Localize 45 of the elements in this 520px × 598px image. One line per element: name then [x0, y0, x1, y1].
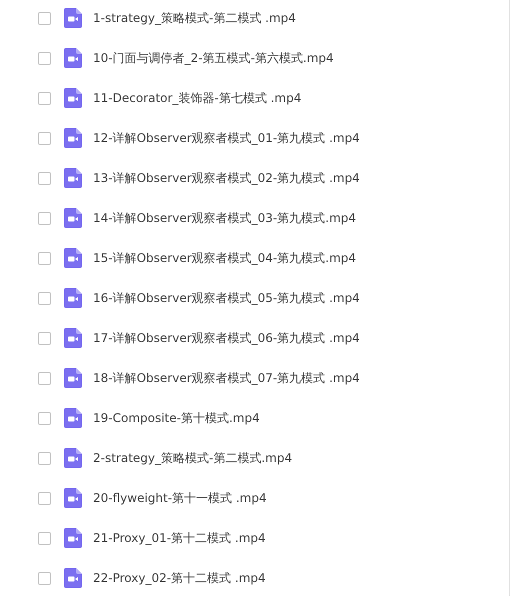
file-name[interactable]: 2-strategy_策略模式-第二模式.mp4 — [93, 450, 292, 466]
checkbox[interactable] — [38, 492, 51, 504]
file-name[interactable]: 22-Proxy_02-第十二模式 .mp4 — [93, 570, 266, 586]
video-file-icon — [64, 248, 82, 268]
checkbox[interactable] — [38, 212, 51, 224]
file-name[interactable]: 12-详解Observer观察者模式_01-第九模式 .mp4 — [93, 130, 360, 146]
file-name[interactable]: 10-门面与调停者_2-第五模式-第六模式.mp4 — [93, 50, 334, 66]
file-name[interactable]: 11-Decorator_装饰器-第七模式 .mp4 — [93, 90, 302, 106]
file-name[interactable]: 21-Proxy_01-第十二模式 .mp4 — [93, 530, 266, 546]
video-file-icon — [64, 168, 82, 188]
file-name[interactable]: 16-详解Observer观察者模式_05-第九模式 .mp4 — [93, 290, 360, 306]
checkbox[interactable] — [38, 332, 51, 344]
file-name[interactable]: 19-Composite-第十模式.mp4 — [93, 410, 260, 426]
checkbox[interactable] — [38, 92, 51, 104]
file-name[interactable]: 18-详解Observer观察者模式_07-第九模式 .mp4 — [93, 370, 360, 386]
checkbox[interactable] — [38, 172, 51, 184]
video-file-icon — [64, 528, 82, 548]
checkbox[interactable] — [38, 12, 51, 24]
checkbox[interactable] — [38, 252, 51, 264]
video-file-icon — [64, 368, 82, 388]
checkbox[interactable] — [38, 452, 51, 464]
checkbox[interactable] — [38, 52, 51, 64]
video-file-icon — [64, 568, 82, 588]
video-file-icon — [64, 408, 82, 428]
video-file-icon — [64, 208, 82, 228]
video-file-icon — [64, 488, 82, 508]
video-file-icon — [64, 128, 82, 148]
checkbox[interactable] — [38, 572, 51, 584]
video-file-icon — [64, 288, 82, 308]
file-name[interactable]: 20-flyweight-第十一模式 .mp4 — [93, 490, 267, 506]
checkbox[interactable] — [38, 132, 51, 144]
video-file-icon — [64, 448, 82, 468]
file-name[interactable]: 17-详解Observer观察者模式_06-第九模式 .mp4 — [93, 330, 360, 346]
file-name[interactable]: 14-详解Observer观察者模式_03-第九模式.mp4 — [93, 210, 356, 226]
checkbox[interactable] — [38, 292, 51, 304]
video-file-icon — [64, 88, 82, 108]
file-name[interactable]: 1-strategy_策略模式-第二模式 .mp4 — [93, 10, 296, 26]
checkbox[interactable] — [38, 532, 51, 544]
video-file-icon — [64, 328, 82, 348]
file-name[interactable]: 13-详解Observer观察者模式_02-第九模式 .mp4 — [93, 170, 360, 186]
video-file-icon — [64, 8, 82, 28]
checkbox[interactable] — [38, 412, 51, 424]
video-file-icon — [64, 48, 82, 68]
file-name[interactable]: 15-详解Observer观察者模式_04-第九模式.mp4 — [93, 250, 356, 266]
checkbox[interactable] — [38, 372, 51, 384]
